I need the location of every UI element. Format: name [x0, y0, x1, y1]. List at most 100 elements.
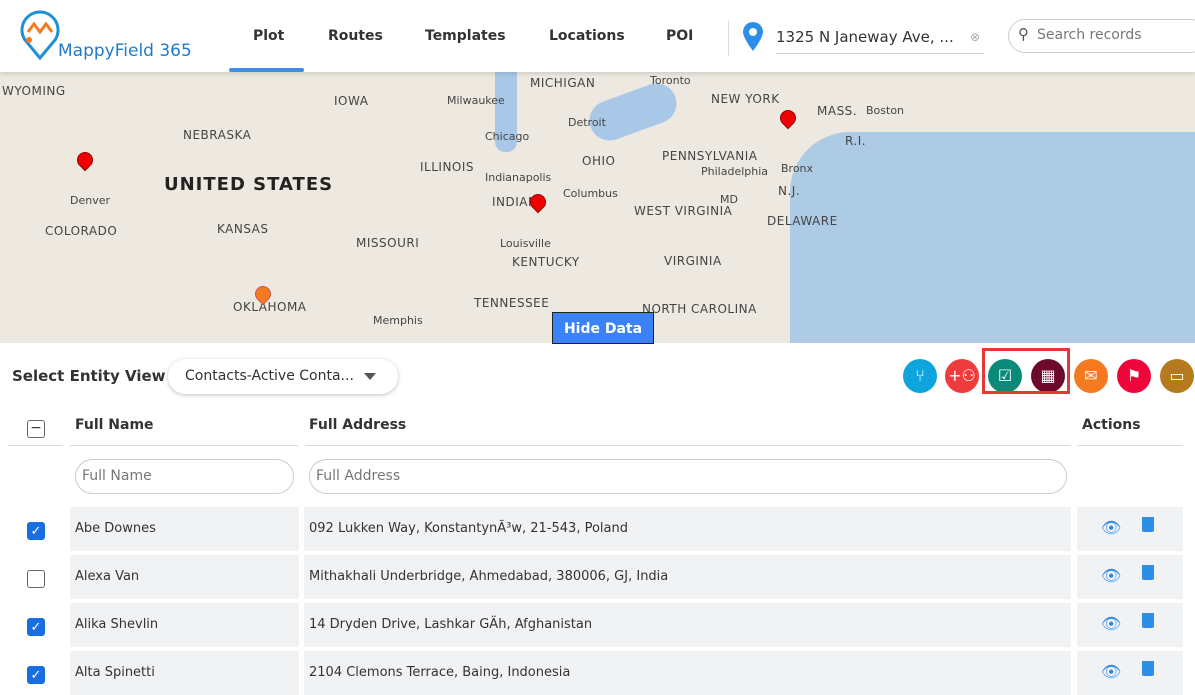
row-checkbox[interactable]: [27, 570, 45, 588]
view-icon[interactable]: 👁: [1101, 518, 1121, 537]
route-split-icon: ⑂: [915, 366, 925, 385]
full-address-cell: 14 Dryden Drive, Lashkar GÄh, Afghanista…: [304, 603, 1071, 647]
header-full-name[interactable]: Full Name: [75, 417, 154, 433]
map-label: MASS.: [817, 104, 858, 118]
mail-icon: ✉: [1084, 366, 1098, 385]
select-all-checkbox[interactable]: −: [27, 420, 45, 438]
map-label: Louisville: [500, 237, 551, 250]
header-actions: Actions: [1082, 417, 1141, 433]
hide-data-button[interactable]: Hide Data: [552, 312, 654, 344]
brand-name: MappyField 365: [58, 41, 192, 61]
tab-templates[interactable]: Templates: [425, 28, 506, 44]
chevron-down-icon: [364, 373, 376, 386]
tab-locations[interactable]: Locations: [549, 28, 625, 44]
tab-poi[interactable]: POI: [666, 28, 693, 44]
full-name-cell: Abe Downes: [70, 507, 299, 551]
full-name-cell: Alika Shevlin: [70, 603, 299, 647]
map-marker[interactable]: [776, 106, 800, 130]
map[interactable]: WYOMING IOWA MICHIGAN Toronto NEW YORK MASS. B…: [0, 72, 1195, 343]
table-row: ✓ Alta Spinetti 2104 Clemons Terrace, Ba…: [0, 651, 1195, 695]
entity-view-label: Select Entity View: [12, 367, 166, 385]
map-label: OKLAHOMA: [233, 300, 307, 314]
map-label: IOWA: [334, 94, 369, 108]
map-label: TENNESSEE: [474, 296, 550, 310]
map-label: WYOMING: [2, 84, 66, 98]
actions-cell: [1077, 651, 1183, 695]
full-name-filter[interactable]: Full Name: [75, 459, 294, 494]
map-label: ILLINOIS: [420, 160, 475, 174]
delete-icon[interactable]: [1142, 661, 1154, 676]
full-address-filter[interactable]: Full Address: [309, 459, 1067, 494]
map-label: Toronto: [650, 74, 691, 87]
map-label: Detroit: [568, 116, 606, 129]
tab-routes[interactable]: Routes: [328, 28, 383, 44]
map-label: Boston: [866, 104, 905, 117]
view-icon[interactable]: 👁: [1101, 662, 1121, 681]
calendar-button[interactable]: ▭: [1160, 359, 1194, 393]
view-icon[interactable]: 👁: [1101, 566, 1121, 585]
map-label: N.J.: [778, 184, 801, 198]
map-label: Indianapolis: [485, 171, 552, 184]
table-row: ✓ Abe Downes 092 Lukken Way, KonstantynÃ…: [0, 507, 1195, 551]
calendar-icon: ▭: [1169, 366, 1185, 385]
full-address-cell: Mithakhali Underbridge, Ahmedabad, 38000…: [304, 555, 1071, 599]
full-address-cell: 2104 Clemons Terrace, Baing, Indonesia: [304, 651, 1071, 695]
active-tab-indicator: [229, 68, 304, 72]
table-row: ✓ Alika Shevlin 14 Dryden Drive, Lashkar…: [0, 603, 1195, 647]
row-checkbox[interactable]: ✓: [27, 618, 45, 636]
location-pin-icon: [743, 22, 763, 51]
map-label: MISSOURI: [356, 236, 420, 250]
flag-button[interactable]: ⚑: [1117, 359, 1151, 393]
divider: [728, 20, 729, 56]
row-checkbox[interactable]: ✓: [27, 666, 45, 684]
map-label: Milwaukee: [447, 94, 505, 107]
search-placeholder: Search records: [1037, 27, 1142, 43]
full-name-cell: Alexa Van: [70, 555, 299, 599]
map-label: PENNSYLVANIA: [662, 149, 758, 163]
actions-cell: [1077, 555, 1183, 599]
map-label: R.I.: [845, 134, 867, 148]
map-label: NORTH CAROLINA: [642, 302, 757, 316]
map-label: WEST VIRGINIA: [634, 204, 733, 218]
map-marker[interactable]: [73, 148, 97, 172]
map-label: Bronx: [781, 162, 814, 175]
address-input[interactable]: 1325 N Janeway Ave, ... ⊗: [776, 20, 984, 54]
highlight-box: [982, 348, 1070, 394]
route-split-button[interactable]: ⑂: [903, 359, 937, 393]
add-group-icon: +⚇: [948, 366, 976, 385]
view-icon[interactable]: 👁: [1101, 614, 1121, 633]
map-label: VIRGINIA: [664, 254, 722, 268]
delete-icon[interactable]: [1142, 517, 1154, 532]
clear-icon[interactable]: ⊗: [970, 30, 980, 44]
table-row: Alexa Van Mithakhali Underbridge, Ahmeda…: [0, 555, 1195, 599]
search-icon: ⚲: [1018, 25, 1029, 43]
full-name-cell: Alta Spinetti: [70, 651, 299, 695]
country-label: UNITED STATES: [164, 174, 334, 195]
map-label: MICHIGAN: [530, 76, 596, 90]
entity-view-select[interactable]: Contacts-Active Conta...: [168, 359, 398, 394]
map-label: KANSAS: [217, 222, 269, 236]
row-checkbox[interactable]: ✓: [27, 522, 45, 540]
delete-icon[interactable]: [1142, 613, 1154, 628]
map-label: Philadelphia: [701, 165, 769, 178]
flag-icon: ⚑: [1126, 366, 1142, 385]
map-label: Chicago: [485, 130, 530, 143]
header: MappyField 365 Plot Routes Templates Loc…: [0, 0, 1195, 72]
actions-cell: [1077, 507, 1183, 551]
map-label: Denver: [70, 194, 111, 207]
search-input[interactable]: ⚲ Search records: [1008, 19, 1195, 53]
delete-icon[interactable]: [1142, 565, 1154, 580]
header-full-address[interactable]: Full Address: [309, 417, 406, 433]
map-label: OHIO: [582, 154, 616, 168]
entity-view-value: Contacts-Active Conta...: [185, 368, 354, 384]
map-label: Memphis: [373, 314, 423, 327]
map-label: DELAWARE: [767, 214, 838, 228]
mail-button[interactable]: ✉: [1074, 359, 1108, 393]
map-label: NEW YORK: [711, 92, 780, 106]
add-group-button[interactable]: +⚇: [945, 359, 979, 393]
logo-icon: [20, 10, 60, 60]
map-label: NEBRASKA: [183, 128, 252, 142]
address-value: 1325 N Janeway Ave, ...: [776, 28, 954, 46]
full-address-cell: 092 Lukken Way, KonstantynÃ³w, 21-543, P…: [304, 507, 1071, 551]
tab-plot[interactable]: Plot: [253, 28, 284, 44]
